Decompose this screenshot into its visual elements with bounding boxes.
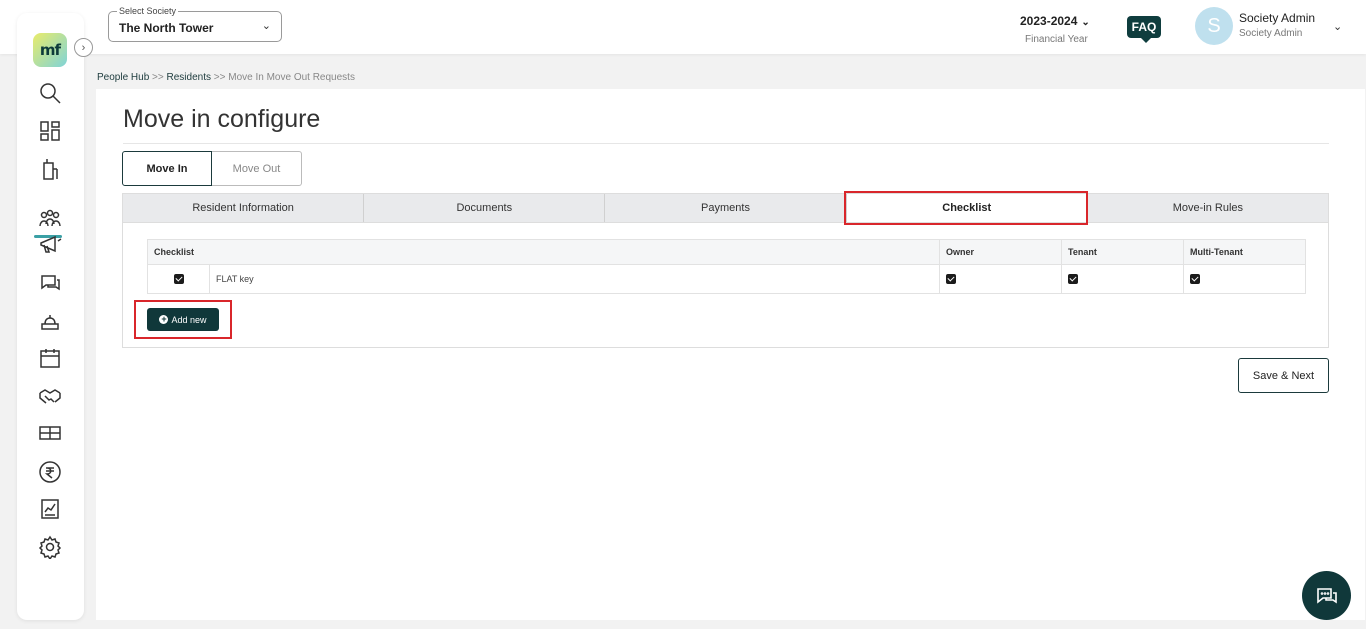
financial-year-select[interactable]: 2023-2024 ⌄ (1020, 14, 1090, 28)
parking-icon[interactable] (37, 420, 63, 446)
calendar-icon[interactable] (37, 345, 63, 371)
checklist-item-label: FLAT key (209, 264, 940, 294)
breadcrumb-residents[interactable]: Residents (167, 72, 211, 83)
faq-button[interactable]: FAQ (1127, 16, 1161, 43)
rupee-icon[interactable] (37, 459, 63, 485)
chat-icon[interactable] (37, 270, 63, 296)
service-icon[interactable] (37, 308, 63, 334)
multi-tenant-checkbox[interactable] (1190, 274, 1200, 285)
search-icon[interactable] (37, 80, 63, 106)
top-bar: Select Society The North Tower ⌄ 2023-20… (0, 0, 1366, 54)
breadcrumb-separator: >> (213, 72, 226, 83)
handshake-icon[interactable] (37, 383, 63, 409)
tab-resident-information[interactable]: Resident Information (123, 194, 365, 222)
chat-bubble-icon (1316, 587, 1337, 604)
table-header-row: Checklist Owner Tenant Multi-Tenant (147, 239, 1306, 265)
plus-circle-icon: + (159, 314, 169, 324)
add-new-button[interactable]: + Add new (147, 308, 219, 331)
breadcrumb: People Hub >> Residents >> Move In Move … (97, 72, 355, 83)
row-checkbox[interactable] (173, 274, 184, 285)
table-row: FLAT key (147, 264, 1306, 294)
society-select[interactable]: Select Society The North Tower ⌄ (108, 6, 282, 42)
owner-checkbox[interactable] (946, 274, 956, 285)
column-header-checklist: Checklist (147, 239, 940, 265)
divider (123, 143, 1329, 144)
tab-payments[interactable]: Payments (605, 194, 847, 222)
megaphone-icon[interactable] (37, 232, 63, 258)
checklist-panel: Checklist Owner Tenant Multi-Tenant FLAT… (122, 223, 1329, 348)
tab-move-out[interactable]: Move Out (212, 151, 302, 186)
user-name: Society Admin (1239, 11, 1316, 25)
row-select-cell (147, 264, 210, 294)
financial-year-label: Financial Year (1025, 34, 1088, 45)
society-select-value: The North Tower (119, 21, 214, 35)
column-header-owner: Owner (939, 239, 1062, 265)
gear-icon[interactable] (37, 534, 63, 560)
breadcrumb-separator: >> (152, 72, 164, 83)
page-title: Move in configure (123, 105, 321, 133)
report-icon[interactable] (37, 496, 63, 522)
sidebar: mf (17, 13, 84, 620)
dashboard-icon[interactable] (37, 118, 63, 144)
sidebar-toggle-button[interactable]: › (74, 38, 93, 57)
society-select-legend: Select Society (117, 6, 179, 16)
checklist-table: Checklist Owner Tenant Multi-Tenant FLAT… (147, 239, 1306, 294)
owner-cell (939, 264, 1062, 294)
financial-year-value: 2023-2024 (1020, 14, 1078, 28)
column-header-multi-tenant: Multi-Tenant (1183, 239, 1306, 265)
breadcrumb-people-hub[interactable]: People Hub (97, 72, 149, 83)
tab-move-in-rules[interactable]: Move-in Rules (1088, 194, 1328, 222)
logo-text: mf (39, 41, 61, 59)
add-new-label: Add new (171, 314, 207, 325)
chevron-down-icon: ⌄ (261, 20, 271, 32)
building-icon[interactable] (37, 156, 63, 182)
config-tabs: Resident Information Documents Payments … (122, 193, 1329, 223)
app-logo[interactable]: mf (33, 33, 67, 67)
tenant-cell (1061, 264, 1184, 294)
multi-tenant-cell (1183, 264, 1306, 294)
chat-support-button[interactable] (1302, 571, 1351, 620)
chevron-down-icon: ⌄ (1081, 17, 1090, 28)
tab-move-in[interactable]: Move In (122, 151, 212, 186)
tab-documents[interactable]: Documents (364, 194, 606, 222)
breadcrumb-current: Move In Move Out Requests (228, 72, 355, 83)
tenant-checkbox[interactable] (1068, 274, 1078, 285)
tab-checklist[interactable]: Checklist (846, 194, 1088, 222)
people-icon[interactable] (37, 207, 63, 233)
avatar[interactable]: S (1195, 7, 1233, 45)
user-menu-chevron-icon[interactable]: ⌄ (1333, 20, 1342, 33)
column-header-tenant: Tenant (1061, 239, 1184, 265)
save-next-button[interactable]: Save & Next (1238, 358, 1329, 393)
user-role: Society Admin (1239, 28, 1303, 39)
main-panel: Move in configure Move In Move Out Resid… (96, 89, 1365, 620)
